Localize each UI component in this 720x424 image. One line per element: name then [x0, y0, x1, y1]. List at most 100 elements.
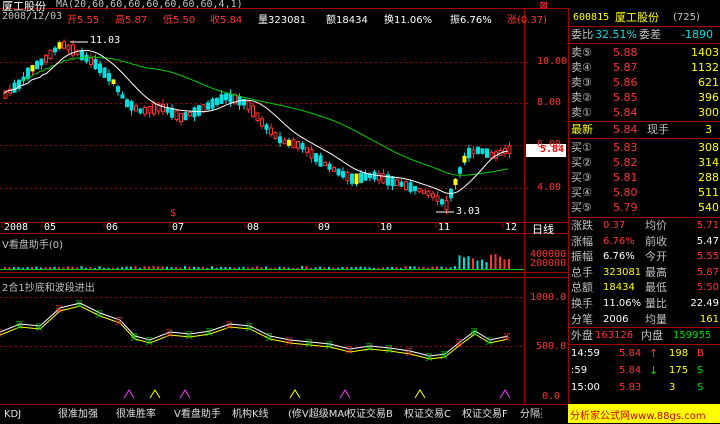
ad-banner[interactable]: 分析家公式网www.88gs.com	[568, 404, 720, 423]
chart-canvas[interactable]: 买买买买买买买买买买买买买买买买买买买买买买买买买买买买	[0, 0, 568, 404]
stat-label: 换手	[571, 297, 593, 310]
stat-label: 量比	[645, 297, 667, 310]
candle-body	[363, 173, 368, 181]
indicator-tab[interactable]: 机构K线	[232, 407, 288, 422]
candle-body	[368, 173, 372, 179]
indicator-tab[interactable]: 分隔买	[520, 407, 542, 422]
indicator-tab[interactable]: 权证交易B	[346, 407, 404, 422]
buy-volume: 314	[698, 156, 719, 169]
volume-bar	[404, 266, 407, 269]
candle-body	[377, 173, 381, 181]
period-label[interactable]: 日线	[532, 221, 554, 237]
volume-bar	[481, 259, 483, 269]
volume-bar	[454, 266, 456, 269]
candle-body	[165, 108, 170, 113]
volume-bar	[350, 267, 353, 269]
indicator-tab[interactable]: KDJ	[4, 407, 58, 422]
buy-volume: 540	[698, 201, 719, 214]
candle-body	[345, 171, 350, 182]
buy-row: 买① 5.83 308	[569, 140, 720, 155]
volume-bar	[449, 267, 452, 269]
volume-bar	[395, 267, 398, 269]
stat-value: 11.06%	[603, 298, 642, 309]
candle-body	[435, 195, 440, 202]
candle-body	[278, 136, 282, 144]
bottom-signal	[149, 389, 161, 399]
stat-label: 今开	[645, 250, 667, 264]
latest-label: 最新	[571, 123, 593, 136]
volume-bar	[341, 266, 344, 269]
signal-mark: 买	[15, 321, 23, 330]
candle-body	[287, 139, 291, 146]
candle-body	[314, 153, 318, 162]
signal-mark: 买	[145, 337, 153, 346]
subchart2-scale: 0.0	[542, 391, 561, 402]
volume-bar	[103, 267, 105, 269]
candle-body	[84, 54, 89, 62]
candle-body	[453, 179, 458, 186]
stat-value: 18434	[603, 282, 635, 294]
candle-body	[296, 140, 300, 149]
candle-body	[264, 124, 269, 130]
stat-value: 5.87	[696, 266, 719, 278]
stat-label: 前收	[645, 234, 667, 248]
candle-body	[66, 44, 71, 51]
indicator-tab[interactable]: 权证交易C	[404, 407, 462, 422]
stock-code: 600815	[573, 12, 610, 23]
volume-bar	[125, 266, 128, 269]
volume-bar	[386, 267, 389, 269]
candle-body	[422, 189, 426, 194]
inner-value: 159955	[673, 330, 712, 341]
buy-row: 买⑤ 5.79 540	[569, 200, 720, 215]
tick-arrow: ↑	[649, 347, 659, 360]
volume-bar	[292, 267, 294, 269]
candle-body	[129, 100, 134, 111]
sell-price: 5.84	[613, 106, 638, 119]
volume-bar	[94, 267, 96, 269]
event-marker[interactable]: $	[170, 208, 176, 219]
candle-body	[381, 173, 386, 184]
volume-bar	[188, 266, 191, 269]
volume-bar	[220, 266, 222, 269]
candle-body	[48, 49, 53, 59]
date-label: 2008	[4, 222, 29, 233]
sell-volume: 300	[698, 106, 719, 119]
indicator-tab[interactable]: V看盘助手	[174, 407, 232, 422]
volume-bar	[409, 266, 411, 269]
info-date: 2008/12/03	[2, 11, 63, 22]
candle-body	[309, 148, 314, 159]
buy-level-label: 买③	[571, 171, 592, 184]
volume-bar	[238, 267, 240, 269]
indicator-tab[interactable]: (修V超级MACD	[288, 407, 346, 422]
info-volume: 量323081	[258, 15, 307, 26]
buy-row: 买② 5.82 314	[569, 155, 720, 170]
indicator-tab[interactable]: 很准加强	[58, 407, 116, 422]
candle-body	[138, 108, 143, 114]
candle-body	[215, 97, 219, 106]
volume-bar	[197, 267, 200, 269]
signal-mark: 买	[503, 333, 511, 342]
candle-body	[444, 200, 449, 210]
volume-bar	[152, 266, 155, 269]
sell-volume: 1403	[691, 46, 719, 59]
volume-bar	[175, 267, 177, 269]
volume-bar	[467, 256, 470, 269]
sell-volume: 1132	[691, 61, 719, 74]
indicator-tab[interactable]: 很准胜率	[116, 407, 174, 422]
bottom-signal	[339, 389, 351, 399]
indicator-tab[interactable]: 权证交易F	[462, 407, 520, 422]
candle-body	[224, 93, 228, 101]
stat-label: 总额	[571, 281, 593, 295]
bottom-signal	[179, 389, 191, 399]
volume-bar	[242, 266, 245, 269]
volume-bar	[463, 257, 465, 269]
tick-volume: 3	[669, 382, 676, 393]
bottom-signal	[123, 389, 135, 399]
candle-body	[179, 113, 183, 123]
volume-bar	[485, 262, 488, 269]
low-marker-label: 3.03	[456, 206, 481, 217]
volume-bar	[170, 267, 173, 269]
volume-bar	[274, 267, 276, 269]
candle-body	[44, 54, 48, 63]
ad-text[interactable]: 分析家公式网www.88gs.com	[570, 407, 706, 422]
